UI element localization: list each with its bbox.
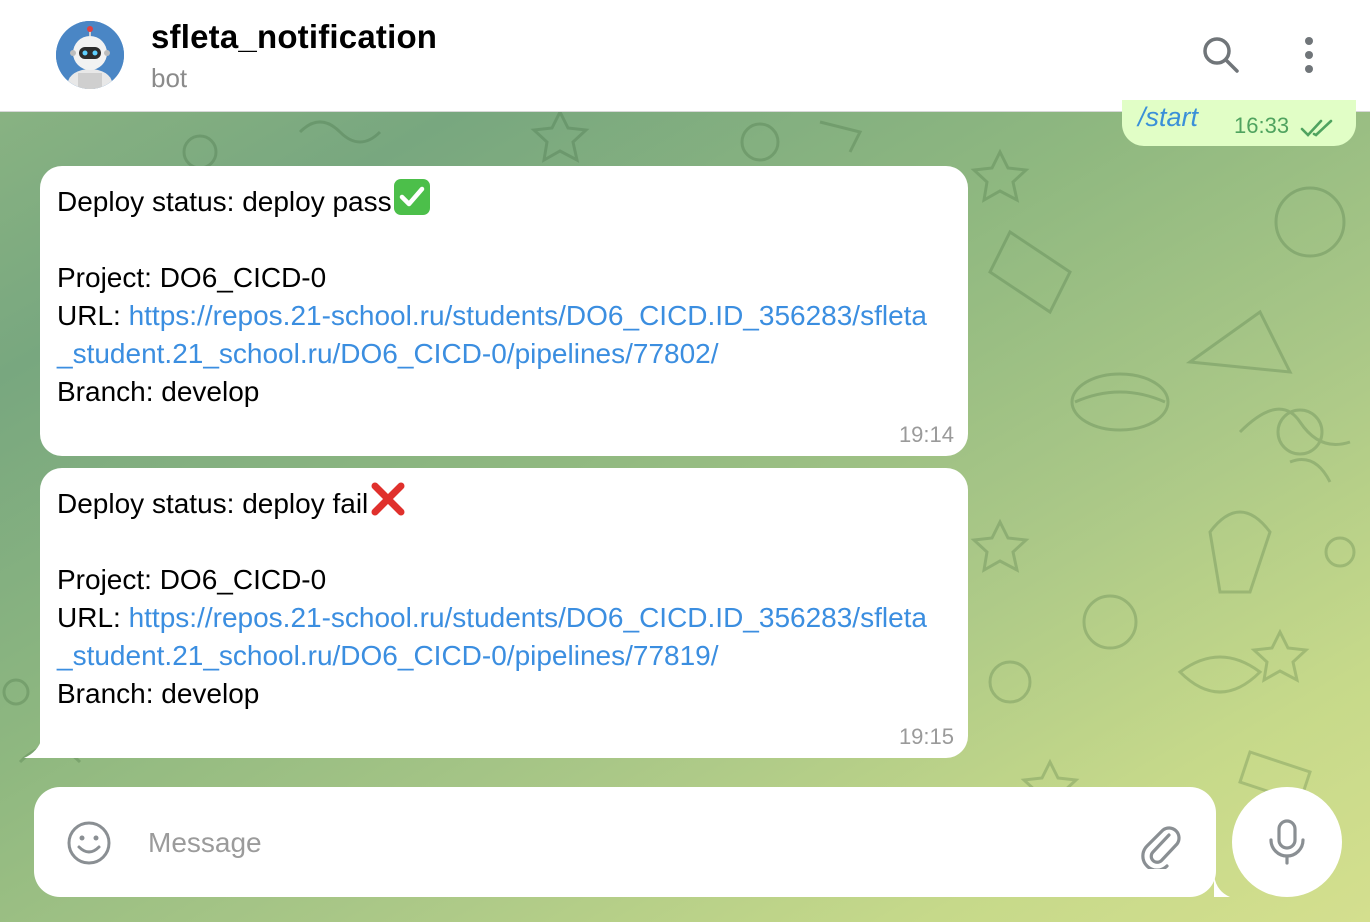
project-line: Project: DO6_CICD-0 xyxy=(57,262,327,293)
message-text: /start xyxy=(1138,102,1199,132)
pipeline-link[interactable]: https://repos.21-school.ru/students/DO6_… xyxy=(57,602,927,671)
check-mark-button-icon xyxy=(393,179,430,215)
outgoing-message[interactable]: /start 16:33 xyxy=(1122,100,1356,146)
search-icon xyxy=(1203,37,1239,73)
composer-tail xyxy=(1214,875,1230,897)
smiley-icon xyxy=(67,821,111,865)
status-text: Deploy status: deploy fail xyxy=(57,488,369,519)
incoming-message[interactable]: Deploy status: deploy fail Project: DO6_… xyxy=(24,468,968,758)
microphone-icon xyxy=(1269,819,1305,865)
more-menu-button[interactable] xyxy=(1284,30,1334,80)
deploy-status-line: Deploy status: deploy fail xyxy=(57,480,938,523)
branch-line: Branch: develop xyxy=(57,678,260,709)
message-time: 19:15 xyxy=(898,724,954,749)
message-time: 19:14 xyxy=(898,422,954,447)
robot-icon xyxy=(56,21,124,89)
url-label: URL: xyxy=(57,300,129,331)
emoji-button[interactable] xyxy=(64,818,114,868)
url-line: URL: https://repos.21-school.ru/students… xyxy=(57,599,938,675)
deploy-status-line: Deploy status: deploy pass xyxy=(57,178,938,221)
branch-line: Branch: develop xyxy=(57,376,260,407)
message-input[interactable] xyxy=(146,815,1110,871)
chat-header: sfleta_notification bot xyxy=(0,0,1370,112)
attach-button[interactable] xyxy=(1136,819,1186,872)
status-text: Deploy status: deploy pass xyxy=(57,186,392,217)
cross-mark-icon xyxy=(371,482,405,516)
more-vertical-icon xyxy=(1305,37,1313,73)
chat-subtitle: bot xyxy=(151,63,188,93)
paperclip-icon xyxy=(1141,826,1181,872)
pipeline-link[interactable]: https://repos.21-school.ru/students/DO6_… xyxy=(57,300,927,369)
url-line: URL: https://repos.21-school.ru/students… xyxy=(57,297,938,373)
bubble-tail xyxy=(24,738,42,758)
search-button[interactable] xyxy=(1196,30,1246,80)
project-line: Project: DO6_CICD-0 xyxy=(57,564,327,595)
chat-title[interactable]: sfleta_notification xyxy=(151,18,437,56)
double-check-icon xyxy=(1300,119,1333,137)
voice-record-button[interactable] xyxy=(1232,787,1342,897)
avatar[interactable] xyxy=(56,21,124,89)
url-label: URL: xyxy=(57,602,129,633)
message-composer xyxy=(34,787,1230,897)
message-time: 16:33 xyxy=(1234,113,1290,138)
incoming-message[interactable]: Deploy status: deploy pass Project: DO6_… xyxy=(40,166,968,456)
